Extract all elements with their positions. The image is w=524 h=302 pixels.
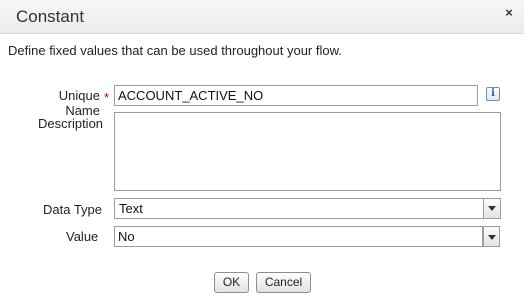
chevron-down-icon[interactable]: [483, 199, 500, 218]
data-type-value: Text: [119, 201, 143, 216]
value-input[interactable]: [114, 226, 483, 247]
description-textarea[interactable]: [114, 112, 501, 191]
description-label: Description: [38, 116, 104, 131]
dialog-description: Define fixed values that can be used thr…: [8, 43, 342, 58]
info-icon[interactable]: i: [486, 87, 500, 101]
data-type-label: Data Type: [43, 202, 103, 217]
dialog-title: Constant: [16, 7, 85, 26]
required-marker: *: [104, 90, 110, 105]
constant-dialog: Constant × Define fixed values that can …: [0, 0, 524, 302]
cancel-button[interactable]: Cancel: [256, 272, 311, 293]
value-label: Value: [66, 229, 99, 244]
unique-name-label: Unique Name: [58, 88, 100, 118]
close-icon[interactable]: ×: [502, 6, 516, 20]
ok-button[interactable]: OK: [214, 272, 249, 293]
unique-name-input[interactable]: [114, 85, 478, 106]
dialog-header: Constant ×: [0, 0, 524, 34]
chevron-down-icon[interactable]: [483, 226, 500, 247]
data-type-select[interactable]: Text: [114, 198, 501, 219]
